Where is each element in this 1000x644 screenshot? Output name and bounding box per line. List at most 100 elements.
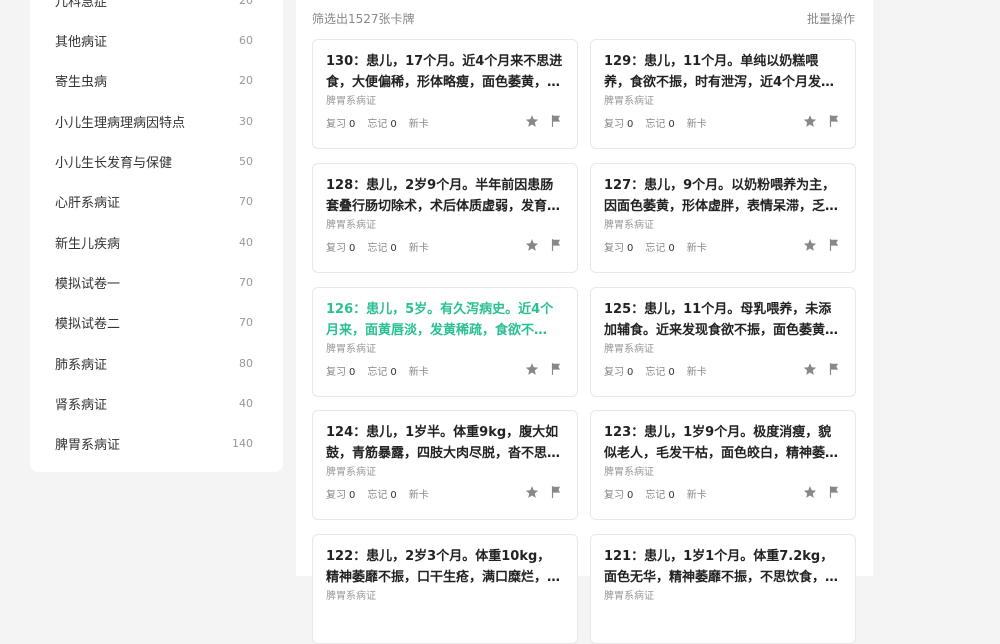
card-title: 129：患儿，11个月。单纯以奶糕喂养，食欲不振，时有泄泻，近4个月发现面色苍…: [604, 54, 835, 90]
card-stats: 复习 0 忘记 0 新卡: [604, 239, 719, 254]
sidebar-item-label: 模拟试卷二: [55, 316, 121, 332]
card-title: 123：患儿，1岁9个月。极度消瘦，貌似老人，毛发干枯，面色皎白，精神萎靡，…: [604, 425, 832, 461]
sidebar-item-count: 50: [239, 154, 253, 168]
sidebar-item-label: 肺系病证: [55, 357, 108, 373]
forget-stat: 忘记 0: [367, 490, 397, 501]
card-actions: [525, 114, 563, 128]
sidebar-item[interactable]: 模拟试卷二 70: [55, 310, 253, 334]
card-actions: [803, 238, 841, 252]
card-title: 128：患儿，2岁9个月。半年前因患肠套叠行肠切除术，术后体质虚弱，发育迟缓…: [326, 178, 561, 214]
sidebar-item-label: 寄生虫病: [55, 74, 108, 90]
new-card-label: 新卡: [408, 119, 429, 130]
sidebar-item[interactable]: 其他病证 60: [55, 28, 253, 52]
star-icon[interactable]: [525, 114, 539, 128]
sidebar-item-label: 其他病证: [55, 34, 108, 50]
forget-stat: 忘记 0: [645, 367, 675, 378]
sidebar-item-count: 40: [239, 235, 253, 249]
card-title: 121：患儿，1岁1个月。体重7.2kg，面色无华，精神萎靡不振，不思饮食，腹大…: [604, 549, 839, 585]
sidebar-item[interactable]: 心肝系病证 70: [55, 189, 253, 213]
sidebar-item-label: 模拟试卷一: [55, 276, 121, 292]
card-stats: 复习 0 忘记 0 新卡: [604, 115, 719, 130]
flashcard[interactable]: 129：患儿，11个月。单纯以奶糕喂养，食欲不振，时有泄泻，近4个月发现面色苍……: [590, 39, 856, 149]
filter-count-text: 筛选出1527张卡牌: [312, 11, 415, 26]
forget-count: 0: [390, 243, 397, 254]
sidebar-item-label: 小儿生理病理病因特点: [55, 115, 186, 131]
card-category: 脾胃系病证: [326, 96, 376, 107]
sidebar-item-label: 心肝系病证: [55, 195, 121, 211]
sidebar-item[interactable]: 新生儿疾病 40: [55, 230, 253, 254]
card-category: 脾胃系病证: [326, 220, 376, 231]
new-card-label: 新卡: [686, 243, 707, 254]
star-icon[interactable]: [803, 485, 817, 499]
sidebar-item[interactable]: 脾胃系病证 140: [55, 431, 253, 455]
sidebar-item-count: 80: [239, 356, 253, 370]
flag-icon[interactable]: [827, 485, 841, 499]
star-icon[interactable]: [803, 362, 817, 376]
sidebar-item-count: 20: [239, 0, 253, 7]
sidebar-item-count: 40: [239, 396, 253, 410]
forget-count: 0: [668, 367, 675, 378]
card-category: 脾胃系病证: [604, 220, 654, 231]
flag-icon[interactable]: [827, 362, 841, 376]
flashcard[interactable]: 126：患儿，5岁。有久泻病史。近4个月来，面黄唇淡，发黄稀疏，食欲不振，… 脾…: [312, 287, 578, 397]
card-category: 脾胃系病证: [326, 467, 376, 478]
review-stat: 复习 0: [604, 119, 634, 130]
flashcard[interactable]: 124：患儿，1岁半。体重9kg，腹大如鼓，青筋暴露，四肢大肉尽脱，沓不思… 脾…: [312, 410, 578, 520]
sidebar-item-count: 70: [239, 275, 253, 289]
flashcard[interactable]: 122：患儿，2岁3个月。体重10kg，精神萎靡不振，口干生疮，满口糜烂，面赤……: [312, 534, 578, 644]
review-stat: 复习 0: [604, 367, 634, 378]
sidebar-item-count: 20: [239, 73, 253, 87]
category-sidebar: 儿科急症 20 其他病证 60 寄生虫病 20 小儿生理病理病因特点 30 小儿生长发育…: [30, 0, 283, 472]
card-title: 127：患儿，9个月。以奶粉喂养为主，因面色萎黄，形体虚胖，表情呆滞，乏力…: [604, 178, 836, 214]
flashcard[interactable]: 127：患儿，9个月。以奶粉喂养为主，因面色萎黄，形体虚胖，表情呆滞，乏力… 脾…: [590, 163, 856, 273]
flag-icon[interactable]: [549, 485, 563, 499]
sidebar-item-count: 70: [239, 194, 253, 208]
flag-icon[interactable]: [549, 238, 563, 252]
flashcard[interactable]: 128：患儿，2岁9个月。半年前因患肠套叠行肠切除术，术后体质虚弱，发育迟缓… …: [312, 163, 578, 273]
star-icon[interactable]: [525, 238, 539, 252]
new-card-label: 新卡: [408, 367, 429, 378]
flag-icon[interactable]: [549, 114, 563, 128]
review-count: 0: [627, 243, 634, 254]
sidebar-item[interactable]: 小儿生长发育与保健 50: [55, 149, 253, 173]
review-stat: 复习 0: [604, 490, 634, 501]
batch-operation-button[interactable]: 批量操作: [807, 10, 855, 27]
forget-count: 0: [668, 243, 675, 254]
card-title: 125：患儿，11个月。母乳喂养，未添加辅食。近来发现食欲不振，面色萎黄，唇…: [604, 302, 839, 338]
card-title: 124：患儿，1岁半。体重9kg，腹大如鼓，青筋暴露，四肢大肉尽脱，沓不思…: [326, 425, 561, 461]
star-icon[interactable]: [803, 114, 817, 128]
card-stats: 复习 0 忘记 0 新卡: [604, 486, 719, 501]
card-actions: [803, 114, 841, 128]
card-category: 脾胃系病证: [604, 467, 654, 478]
star-icon[interactable]: [803, 238, 817, 252]
forget-stat: 忘记 0: [645, 119, 675, 130]
forget-count: 0: [390, 119, 397, 130]
card-category: 脾胃系病证: [604, 344, 654, 355]
flashcard[interactable]: 130：患儿，17个月。近4个月来不思进食，大便偏稀，形体略瘦，面色萎黄，… 脾…: [312, 39, 578, 149]
flag-icon[interactable]: [549, 362, 563, 376]
card-stats: 复习 0 忘记 0 新卡: [326, 239, 441, 254]
sidebar-item[interactable]: 肾系病证 40: [55, 391, 253, 415]
sidebar-item[interactable]: 肺系病证 80: [55, 351, 253, 375]
flashcard[interactable]: 121：患儿，1岁1个月。体重7.2kg，面色无华，精神萎靡不振，不思饮食，腹大…: [590, 534, 856, 644]
flag-icon[interactable]: [827, 114, 841, 128]
review-stat: 复习 0: [326, 243, 356, 254]
review-count: 0: [349, 119, 356, 130]
sidebar-item-label: 新生儿疾病: [55, 236, 121, 252]
card-category: 脾胃系病证: [604, 591, 654, 602]
sidebar-item[interactable]: 寄生虫病 20: [55, 68, 253, 92]
star-icon[interactable]: [525, 485, 539, 499]
flashcard[interactable]: 123：患儿，1岁9个月。极度消瘦，貌似老人，毛发干枯，面色皎白，精神萎靡，… …: [590, 410, 856, 520]
star-icon[interactable]: [525, 362, 539, 376]
sidebar-item-count: 30: [239, 114, 253, 128]
forget-stat: 忘记 0: [367, 243, 397, 254]
new-card-label: 新卡: [408, 243, 429, 254]
sidebar-item[interactable]: 儿科急症 20: [55, 0, 253, 12]
sidebar-item[interactable]: 模拟试卷一 70: [55, 270, 253, 294]
forget-count: 0: [390, 490, 397, 501]
sidebar-item-label: 肾系病证: [55, 397, 108, 413]
flashcard[interactable]: 125：患儿，11个月。母乳喂养，未添加辅食。近来发现食欲不振，面色萎黄，唇… …: [590, 287, 856, 397]
flag-icon[interactable]: [827, 238, 841, 252]
card-stats: 复习 0 忘记 0 新卡: [604, 363, 719, 378]
sidebar-item[interactable]: 小儿生理病理病因特点 30: [55, 109, 253, 133]
